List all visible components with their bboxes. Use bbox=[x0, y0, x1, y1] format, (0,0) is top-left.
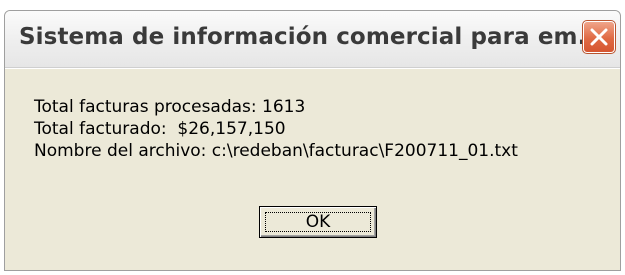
title-bar[interactable]: Sistema de información comercial para em… bbox=[5, 11, 620, 68]
window-title: Sistema de información comercial para em… bbox=[19, 24, 605, 50]
ok-button-label: OK bbox=[305, 212, 331, 232]
processed-invoices-text: Total facturas procesadas: 1613 bbox=[34, 97, 306, 117]
close-icon bbox=[590, 28, 608, 46]
close-button[interactable] bbox=[582, 20, 616, 54]
total-billed-text: Total facturado: $26,157,150 bbox=[34, 119, 286, 139]
dialog-body: Total facturas procesadas: 1613 Total fa… bbox=[5, 68, 620, 270]
file-name-text: Nombre del archivo: c:\redeban\facturac\… bbox=[34, 141, 518, 161]
ok-button[interactable]: OK bbox=[259, 206, 377, 238]
message-dialog: Sistema de información comercial para em… bbox=[4, 10, 621, 271]
